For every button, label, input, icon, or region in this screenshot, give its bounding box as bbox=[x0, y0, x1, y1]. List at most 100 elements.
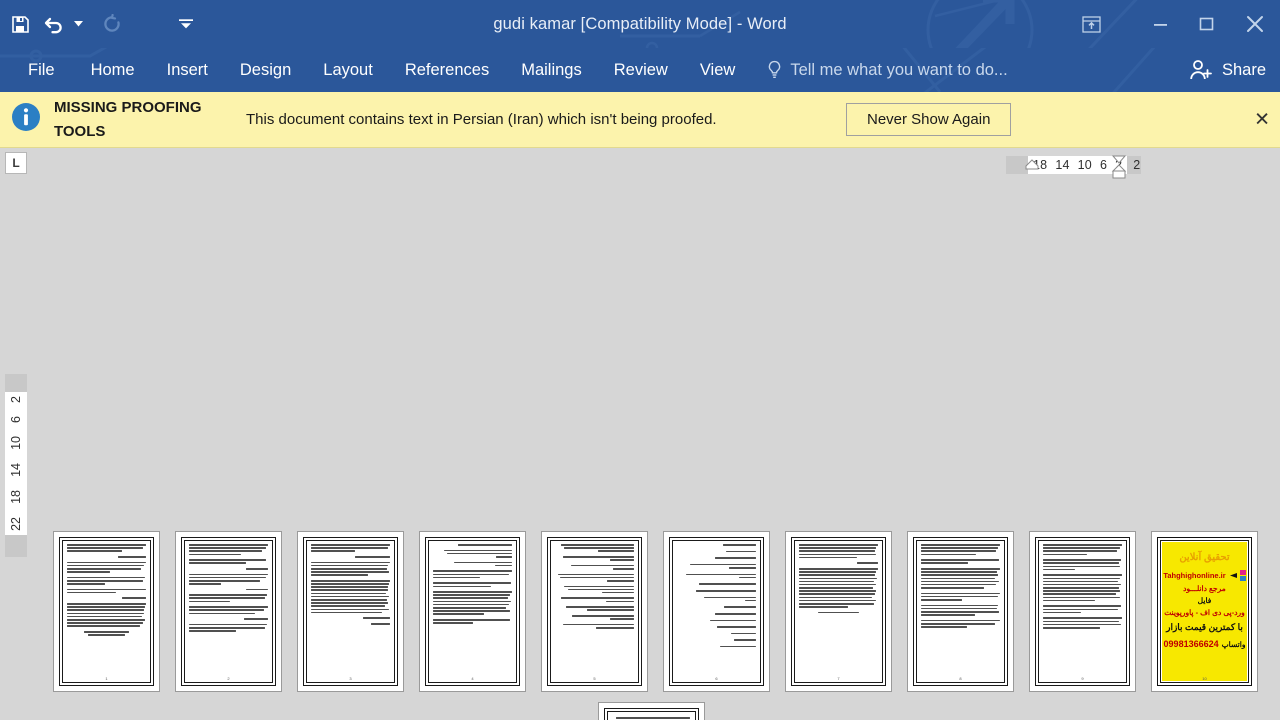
vruler-tick-14: 14 bbox=[8, 462, 23, 477]
message-bar-text: This document contains text in Persian (… bbox=[246, 110, 717, 128]
never-show-again-button[interactable]: Never Show Again bbox=[846, 103, 1012, 136]
page-number: 5 bbox=[593, 676, 596, 681]
page-content bbox=[677, 544, 756, 675]
page-border: 5 bbox=[547, 537, 642, 686]
page-content bbox=[1043, 544, 1122, 675]
ribbon-tabs: File Home Insert Design Layout Reference… bbox=[0, 48, 751, 92]
page-number: 10 bbox=[1202, 676, 1207, 681]
message-bar-title: MISSING PROOFING TOOLS bbox=[54, 99, 202, 140]
page-thumbnails-row-2: 11 bbox=[598, 702, 705, 720]
page-content bbox=[67, 544, 146, 675]
ad-heading: تحقیق آنلاین bbox=[1179, 552, 1230, 563]
page-content bbox=[189, 544, 268, 675]
maximize-button[interactable] bbox=[1184, 0, 1230, 48]
chevron-down-icon bbox=[73, 21, 83, 27]
page-number: 7 bbox=[837, 676, 840, 681]
tab-references[interactable]: References bbox=[389, 48, 505, 92]
page-border: 11 bbox=[604, 708, 699, 720]
page-border: 8 bbox=[913, 537, 1008, 686]
message-bar-close-button[interactable]: ✕ bbox=[1250, 106, 1274, 133]
page-number: 9 bbox=[1081, 676, 1084, 681]
page-border: 2 bbox=[181, 537, 276, 686]
page-thumbnail[interactable]: 2 bbox=[175, 531, 282, 692]
restore-icon bbox=[1199, 17, 1214, 31]
undo-button[interactable] bbox=[40, 6, 70, 42]
page-thumbnail-advertisement[interactable]: تحقیق آنلاین Tahghighonline.ir مرجع دانل… bbox=[1151, 531, 1258, 692]
advertisement-panel: تحقیق آنلاین Tahghighonline.ir مرجع دانل… bbox=[1162, 542, 1247, 681]
title-bar: gudi kamar [Compatibility Mode] - Word bbox=[0, 0, 1280, 48]
page-thumbnail[interactable]: 1 bbox=[53, 531, 160, 692]
ribbon-display-options-icon bbox=[1081, 15, 1101, 33]
indent-markers[interactable] bbox=[1006, 154, 1138, 188]
close-button[interactable] bbox=[1230, 0, 1280, 48]
tab-stop-selector[interactable]: L bbox=[5, 152, 27, 174]
page-thumbnail[interactable]: 3 bbox=[297, 531, 404, 692]
minimize-button[interactable] bbox=[1138, 0, 1184, 48]
lightbulb-icon bbox=[769, 60, 781, 78]
tab-insert[interactable]: Insert bbox=[151, 48, 224, 92]
info-icon bbox=[10, 101, 42, 138]
page-thumbnail[interactable]: 7 bbox=[785, 531, 892, 692]
page-number: 6 bbox=[715, 676, 718, 681]
ad-phone: 09981366624 bbox=[1163, 639, 1219, 649]
page-border: 3 bbox=[303, 537, 398, 686]
tab-file[interactable]: File bbox=[0, 48, 75, 92]
tab-review[interactable]: Review bbox=[598, 48, 684, 92]
minimize-icon bbox=[1154, 24, 1167, 26]
ad-line-1: مرجع دانلـــود bbox=[1183, 584, 1226, 593]
page-number: 3 bbox=[349, 676, 352, 681]
customize-quick-access-icon bbox=[179, 19, 193, 29]
tab-mailings[interactable]: Mailings bbox=[505, 48, 598, 92]
vertical-ruler-top-margin bbox=[5, 374, 27, 392]
vruler-tick-2: 2 bbox=[8, 396, 23, 403]
vertical-ruler-bottom-margin bbox=[5, 534, 27, 557]
page-thumbnails-row-1: 1 2 3 4 5 6 7 8 9 تحقیق آنلاین Tahghigho… bbox=[53, 531, 1258, 692]
page-number: 4 bbox=[471, 676, 474, 681]
undo-dropdown-button[interactable] bbox=[70, 6, 86, 42]
redo-button[interactable] bbox=[92, 6, 132, 42]
page-content bbox=[921, 544, 1000, 675]
ad-whatsapp: واتساپ bbox=[1221, 639, 1246, 649]
ribbon-tab-bar: File Home Insert Design Layout Reference… bbox=[0, 48, 1280, 92]
page-border: 4 bbox=[425, 537, 520, 686]
quick-access-toolbar bbox=[0, 0, 206, 48]
ribbon-display-options-button[interactable] bbox=[1068, 0, 1114, 48]
page-thumbnail[interactable]: 6 bbox=[663, 531, 770, 692]
ad-badge-icons bbox=[1239, 570, 1246, 581]
undo-icon bbox=[44, 17, 62, 34]
page-border: 9 bbox=[1035, 537, 1130, 686]
page-number: 8 bbox=[959, 676, 962, 681]
tab-view[interactable]: View bbox=[684, 48, 751, 92]
page-thumbnail[interactable]: 4 bbox=[419, 531, 526, 692]
save-button[interactable] bbox=[0, 6, 40, 42]
page-thumbnail[interactable]: 8 bbox=[907, 531, 1014, 692]
ad-line-4: با کمترین قیمت بازار bbox=[1166, 622, 1243, 632]
document-canvas[interactable]: 2 6 10 14 18 22 1 2 3 4 5 6 7 8 9 تحقیق … bbox=[0, 192, 1280, 720]
vruler-tick-10: 10 bbox=[8, 435, 23, 450]
page-thumbnail[interactable]: 5 bbox=[541, 531, 648, 692]
tab-layout[interactable]: Layout bbox=[307, 48, 389, 92]
vruler-tick-22: 22 bbox=[8, 516, 23, 531]
tell-me-placeholder: Tell me what you want to do... bbox=[790, 60, 1008, 79]
save-icon bbox=[11, 15, 29, 33]
page-thumbnail[interactable]: 11 bbox=[598, 702, 705, 720]
page-content bbox=[311, 544, 390, 675]
tell-me-search[interactable]: Tell me what you want to do... bbox=[767, 60, 1008, 80]
page-content bbox=[799, 544, 878, 675]
share-person-icon bbox=[1190, 60, 1212, 80]
page-number: 2 bbox=[227, 676, 230, 681]
message-bar: MISSING PROOFING TOOLS This document con… bbox=[0, 92, 1280, 148]
close-icon bbox=[1247, 16, 1263, 32]
share-label: Share bbox=[1221, 60, 1266, 79]
vertical-ruler[interactable]: 2 6 10 14 18 22 bbox=[5, 374, 27, 557]
tab-design[interactable]: Design bbox=[224, 48, 307, 92]
share-button[interactable]: Share bbox=[1189, 48, 1266, 92]
page-border: 6 bbox=[669, 537, 764, 686]
page-content bbox=[555, 544, 634, 675]
tab-home[interactable]: Home bbox=[75, 48, 151, 92]
ruler-zone: L 18 14 10 6 2 2 bbox=[0, 148, 1280, 192]
page-border: 1 bbox=[59, 537, 154, 686]
page-thumbnail[interactable]: 9 bbox=[1029, 531, 1136, 692]
page-border: 7 bbox=[791, 537, 886, 686]
customize-quick-access-toolbar-button[interactable] bbox=[166, 6, 206, 42]
